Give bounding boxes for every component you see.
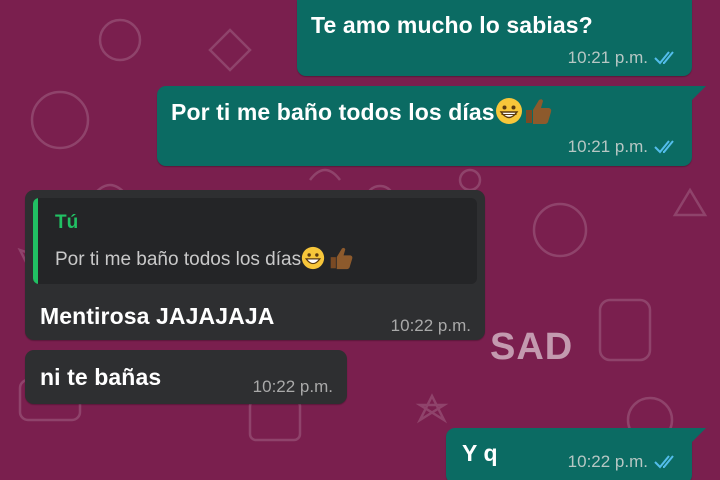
quote-accent-bar: [33, 198, 38, 284]
message-meta: 10:22 p.m.: [253, 377, 333, 397]
message-bubble-outgoing[interactable]: Y q 10:22 p.m.: [446, 428, 692, 480]
quoted-author: Tú: [55, 212, 79, 233]
double-check-read-icon: [654, 140, 674, 154]
message-meta: 10:21 p.m.: [568, 48, 680, 68]
message-time: 10:21 p.m.: [567, 137, 648, 156]
quoted-message[interactable]: Tú Por ti me baño todos los días: [33, 198, 477, 284]
bubble-tail: [692, 428, 706, 442]
message-time: 10:22 p.m.: [567, 452, 648, 471]
quoted-content: Por ti me baño todos los días: [55, 246, 354, 271]
message-meta: 10:22 p.m.: [391, 316, 471, 336]
grinning-face-emoji-icon: [495, 98, 522, 124]
thumbs-up-emoji-icon: [330, 247, 353, 270]
double-check-read-icon: [654, 455, 674, 469]
message-bubble-incoming[interactable]: Tú Por ti me baño todos los días Mentiro…: [25, 190, 485, 340]
quoted-text: Por ti me baño todos los días: [55, 249, 302, 270]
bubble-tail: [692, 86, 706, 100]
message-text: ni te bañas: [40, 364, 162, 390]
message-time: 10:22 p.m.: [390, 316, 471, 335]
message-bubble-outgoing[interactable]: Te amo mucho lo sabias? 10:21 p.m.: [297, 0, 692, 76]
message-meta: 10:22 p.m.: [568, 452, 680, 472]
message-content: Por ti me baño todos los días: [171, 97, 553, 126]
message-bubble-outgoing[interactable]: Por ti me baño todos los días 10:21 p.m.: [157, 86, 692, 166]
message-text: Te amo mucho lo sabias?: [311, 12, 593, 38]
message-text: Por ti me baño todos los días: [171, 99, 495, 125]
message-text: Y q: [462, 440, 498, 466]
message-time: 10:22 p.m.: [252, 377, 333, 396]
message-meta: 10:21 p.m.: [568, 137, 680, 157]
double-check-read-icon: [654, 51, 674, 65]
message-time: 10:21 p.m.: [567, 48, 648, 67]
grinning-face-emoji-icon: [301, 246, 325, 270]
watermark-text: SAD: [490, 326, 574, 368]
message-bubble-incoming[interactable]: ni te bañas 10:22 p.m.: [25, 350, 347, 404]
message-text: Mentirosa JAJAJAJA: [40, 303, 275, 329]
thumbs-up-emoji-icon: [525, 99, 551, 124]
